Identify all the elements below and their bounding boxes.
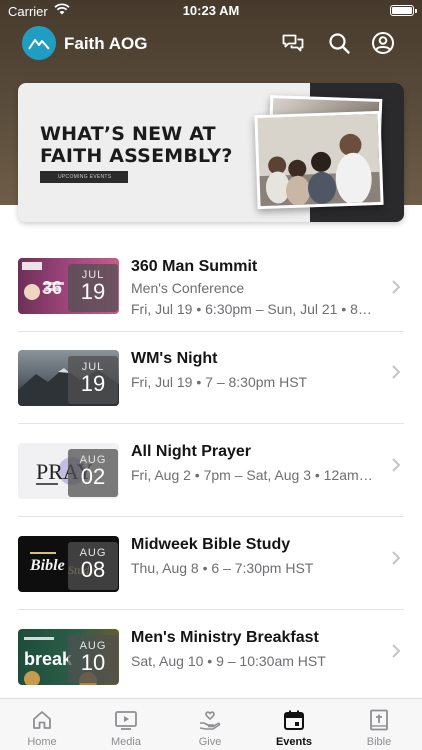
status-bar: Carrier 10:23 AM: [0, 0, 422, 22]
mountain-logo-icon: [28, 39, 50, 50]
event-row[interactable]: JUL 19 WM's Night Fri, Jul 19 • 7 – 8:30…: [0, 332, 422, 424]
tab-label: Media: [111, 736, 141, 748]
event-title: Men's Ministry Breakfast: [131, 629, 319, 646]
svg-text:36: 36: [42, 278, 62, 298]
home-icon: [33, 711, 51, 729]
row-divider: [18, 423, 404, 424]
app-logo[interactable]: [22, 26, 56, 60]
svg-text:break: break: [24, 649, 73, 669]
chevron-right-icon: [392, 280, 400, 294]
chevron-right-icon: [392, 458, 400, 472]
event-subtitle: Sat, Aug 10 • 9 – 10:30am HST: [131, 653, 326, 669]
bible-icon: [370, 709, 388, 731]
event-day: 10: [80, 650, 106, 675]
status-time: 10:23 AM: [182, 3, 240, 18]
event-detail: Fri, Jul 19 • 6:30pm – Sun, Jul 21 • 8…: [131, 301, 372, 317]
event-day: 19: [80, 279, 106, 304]
tab-label: Bible: [366, 736, 392, 748]
event-date-badge: AUG 08: [68, 542, 118, 590]
event-subtitle: Fri, Aug 2 • 7pm – Sat, Aug 3 • 12am…: [131, 467, 373, 483]
event-subtitle: Men's Conference: [131, 280, 245, 296]
event-thumbnail: JUL 19: [18, 350, 119, 406]
event-date-badge: JUL 19: [68, 356, 118, 404]
app-title: Faith AOG: [64, 34, 148, 53]
banner-photo-front: [254, 110, 384, 210]
event-title: 360 Man Summit: [131, 258, 258, 275]
row-divider: [18, 609, 404, 610]
search-icon[interactable]: [327, 31, 351, 55]
event-subtitle: Fri, Jul 19 • 7 – 8:30pm HST: [131, 374, 308, 390]
svg-text:Bible: Bible: [29, 557, 65, 574]
tab-bible[interactable]: Bible: [337, 699, 421, 750]
account-icon[interactable]: [371, 31, 395, 55]
event-date-badge: JUL 19: [68, 264, 118, 312]
banner-headline-line1: WHAT’S NEW AT: [40, 123, 216, 145]
tab-label: Events: [275, 736, 313, 748]
chevron-right-icon: [392, 365, 400, 379]
chevron-right-icon: [392, 551, 400, 565]
event-subtitle: Thu, Aug 8 • 6 – 7:30pm HST: [131, 560, 314, 576]
event-row[interactable]: break AUG 10 Men's Ministry Breakfast Sa…: [0, 611, 422, 703]
event-thumbnail: PRAY AUG 02: [18, 443, 119, 499]
event-thumbnail: break AUG 10: [18, 629, 119, 685]
tab-label: Home: [27, 736, 57, 748]
featured-banner[interactable]: WHAT’S NEW AT FAITH ASSEMBLY? UPCOMING E…: [18, 83, 404, 222]
banner-headline: WHAT’S NEW AT FAITH ASSEMBLY?: [40, 123, 233, 167]
event-date-badge: AUG 02: [68, 449, 118, 497]
banner-tag: UPCOMING EVENTS: [40, 171, 128, 183]
row-divider: [18, 516, 404, 517]
battery-icon: [390, 5, 417, 16]
group-photo-image: [257, 113, 381, 207]
event-title: WM's Night: [131, 350, 218, 367]
give-icon: [199, 711, 221, 730]
chevron-right-icon: [392, 644, 400, 658]
event-day: 19: [80, 371, 106, 396]
app-header: Faith AOG: [0, 22, 422, 66]
event-day: 02: [80, 464, 106, 489]
event-day: 08: [80, 557, 106, 582]
chat-icon[interactable]: [281, 31, 305, 55]
event-row[interactable]: PRAY AUG 02 All Night Prayer Fri, Aug 2 …: [0, 425, 422, 517]
event-row[interactable]: Bible Study AUG 08 Midweek Bible Study T…: [0, 518, 422, 610]
event-title: Midweek Bible Study: [131, 536, 291, 553]
tab-give[interactable]: Give: [168, 699, 252, 750]
tab-home[interactable]: Home: [0, 699, 84, 750]
event-title: All Night Prayer: [131, 443, 252, 460]
event-date-badge: AUG 10: [68, 635, 118, 683]
media-icon: [115, 711, 137, 730]
event-thumbnail: Bible Study AUG 08: [18, 536, 119, 592]
tab-events[interactable]: Events: [252, 699, 336, 750]
calendar-icon: [284, 710, 304, 730]
tab-label: Give: [198, 736, 222, 748]
tab-media[interactable]: Media: [84, 699, 168, 750]
event-thumbnail: 36 JUL 19: [18, 258, 119, 314]
banner-headline-line2: FAITH ASSEMBLY?: [40, 145, 233, 167]
event-row[interactable]: 36 JUL 19 360 Man Summit Men's Conferenc…: [0, 240, 422, 332]
tab-bar: Home Media Give Events Bible: [0, 698, 422, 750]
